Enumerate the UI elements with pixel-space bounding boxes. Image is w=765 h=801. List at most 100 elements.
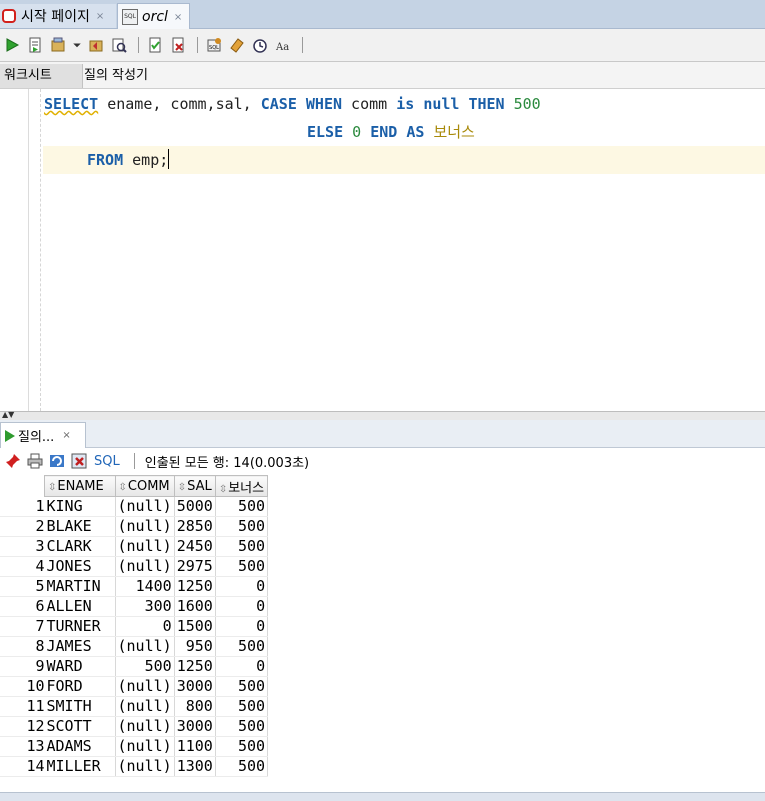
results-grid[interactable]: ⇳ENAME ⇳COMM ⇳SAL ⇳보너스 1 KING (null) 5000 50… — [0, 475, 269, 777]
cell-sal[interactable]: 3000 — [174, 676, 216, 697]
row-number[interactable]: 9 — [0, 656, 45, 677]
cell-comm[interactable]: (null) — [115, 676, 175, 697]
cell-sal[interactable]: 950 — [174, 636, 216, 657]
cell-sal[interactable]: 1500 — [174, 616, 216, 637]
cell-sal[interactable]: 1250 — [174, 576, 216, 597]
sql-tuning-icon[interactable]: SQL — [204, 35, 224, 55]
run-script-icon[interactable] — [25, 35, 45, 55]
cell-comm[interactable]: 0 — [115, 616, 175, 637]
cell-sal[interactable]: 2850 — [174, 516, 216, 537]
cell-ename[interactable]: ADAMS — [44, 736, 116, 757]
row-number[interactable]: 6 — [0, 596, 45, 617]
rollback-icon[interactable] — [86, 35, 106, 55]
table-row[interactable]: 11 SMITH (null) 800 500 — [0, 696, 269, 717]
table-row[interactable]: 8 JAMES (null) 950 500 — [0, 636, 269, 657]
table-row[interactable]: 5 MARTIN 1400 1250 0 — [0, 576, 269, 597]
cell-ename[interactable]: MILLER — [44, 756, 116, 777]
cell-comm[interactable]: (null) — [115, 716, 175, 737]
cell-bonus[interactable]: 500 — [215, 716, 269, 737]
row-number[interactable]: 10 — [0, 676, 45, 697]
tab-worksheet[interactable]: 워크시트 — [0, 64, 83, 88]
cell-ename[interactable]: ALLEN — [44, 596, 116, 617]
tab-query-result[interactable]: 질의... × — [0, 422, 86, 448]
cell-bonus[interactable]: 0 — [215, 576, 269, 597]
table-row[interactable]: 13 ADAMS (null) 1100 500 — [0, 736, 269, 757]
column-header-ename[interactable]: ⇳ENAME — [44, 475, 116, 497]
row-number[interactable]: 12 — [0, 716, 45, 737]
tab-query-result-close-icon[interactable]: × — [62, 430, 70, 441]
cell-bonus[interactable]: 500 — [215, 696, 269, 717]
cell-comm[interactable]: (null) — [115, 696, 175, 717]
cell-comm[interactable]: (null) — [115, 556, 175, 577]
cell-ename[interactable]: WARD — [44, 656, 116, 677]
tab-query-builder[interactable]: 질의 작성기 — [80, 64, 152, 88]
autotrace-icon[interactable] — [145, 35, 165, 55]
cell-bonus[interactable]: 0 — [215, 596, 269, 617]
table-row[interactable]: 9 WARD 500 1250 0 — [0, 656, 269, 677]
refresh-icon[interactable] — [48, 452, 66, 470]
tab-start-page-close-icon[interactable]: × — [96, 11, 104, 22]
cell-sal[interactable]: 1100 — [174, 736, 216, 757]
cell-ename[interactable]: JONES — [44, 556, 116, 577]
row-number[interactable]: 4 — [0, 556, 45, 577]
cell-bonus[interactable]: 500 — [215, 496, 269, 517]
explain-plan-icon[interactable] — [109, 35, 129, 55]
column-header-comm[interactable]: ⇳COMM — [114, 475, 175, 497]
cell-ename[interactable]: JAMES — [44, 636, 116, 657]
cell-bonus[interactable]: 500 — [215, 736, 269, 757]
cell-comm[interactable]: (null) — [115, 536, 175, 557]
cell-ename[interactable]: SCOTT — [44, 716, 116, 737]
cell-bonus[interactable]: 500 — [215, 756, 269, 777]
cell-sal[interactable]: 5000 — [174, 496, 216, 517]
cell-sal[interactable]: 2975 — [174, 556, 216, 577]
cell-bonus[interactable]: 500 — [215, 516, 269, 537]
history-icon[interactable] — [250, 35, 270, 55]
cell-comm[interactable]: 1400 — [115, 576, 175, 597]
pin-icon[interactable] — [4, 452, 22, 470]
tab-orcl[interactable]: SQL orcl × — [117, 3, 190, 30]
cell-ename[interactable]: CLARK — [44, 536, 116, 557]
case-convert-icon[interactable]: Aa — [273, 35, 293, 55]
table-row[interactable]: 2 BLAKE (null) 2850 500 — [0, 516, 269, 537]
table-row[interactable]: 6 ALLEN 300 1600 0 — [0, 596, 269, 617]
cell-ename[interactable]: TURNER — [44, 616, 116, 637]
print-icon[interactable] — [26, 452, 44, 470]
run-statement-icon[interactable] — [2, 35, 22, 55]
cell-sal[interactable]: 800 — [174, 696, 216, 717]
row-number[interactable]: 1 — [0, 496, 45, 517]
table-row[interactable]: 4 JONES (null) 2975 500 — [0, 556, 269, 577]
cell-bonus[interactable]: 500 — [215, 676, 269, 697]
sql-link[interactable]: SQL — [94, 454, 120, 469]
table-row[interactable]: 14 MILLER (null) 1300 500 — [0, 756, 269, 777]
cell-comm[interactable]: (null) — [115, 516, 175, 537]
cell-ename[interactable]: FORD — [44, 676, 116, 697]
row-number[interactable]: 7 — [0, 616, 45, 637]
cell-bonus[interactable]: 0 — [215, 616, 269, 637]
table-row[interactable]: 10 FORD (null) 3000 500 — [0, 676, 269, 697]
cell-bonus[interactable]: 500 — [215, 536, 269, 557]
cell-comm[interactable]: (null) — [115, 636, 175, 657]
clear-icon[interactable] — [168, 35, 188, 55]
cancel-fetch-icon[interactable] — [70, 452, 88, 470]
cell-ename[interactable]: BLAKE — [44, 516, 116, 537]
cell-ename[interactable]: MARTIN — [44, 576, 116, 597]
tab-orcl-close-icon[interactable]: × — [174, 12, 182, 23]
row-number[interactable]: 8 — [0, 636, 45, 657]
row-number[interactable]: 3 — [0, 536, 45, 557]
row-number[interactable]: 13 — [0, 736, 45, 757]
tab-start-page[interactable]: 시작 페이지 × — [0, 4, 116, 28]
cell-comm[interactable]: (null) — [115, 496, 175, 517]
table-row[interactable]: 12 SCOTT (null) 3000 500 — [0, 716, 269, 737]
cell-ename[interactable]: SMITH — [44, 696, 116, 717]
cell-sal[interactable]: 2450 — [174, 536, 216, 557]
table-row[interactable]: 7 TURNER 0 1500 0 — [0, 616, 269, 637]
column-header-bonus[interactable]: ⇳보너스 — [214, 475, 269, 497]
cell-bonus[interactable]: 500 — [215, 556, 269, 577]
dropdown-chevron-icon[interactable] — [71, 35, 83, 55]
row-number[interactable]: 14 — [0, 756, 45, 777]
row-number[interactable]: 5 — [0, 576, 45, 597]
cell-sal[interactable]: 1250 — [174, 656, 216, 677]
cell-sal[interactable]: 1300 — [174, 756, 216, 777]
commit-icon[interactable] — [48, 35, 68, 55]
cell-comm[interactable]: (null) — [115, 736, 175, 757]
